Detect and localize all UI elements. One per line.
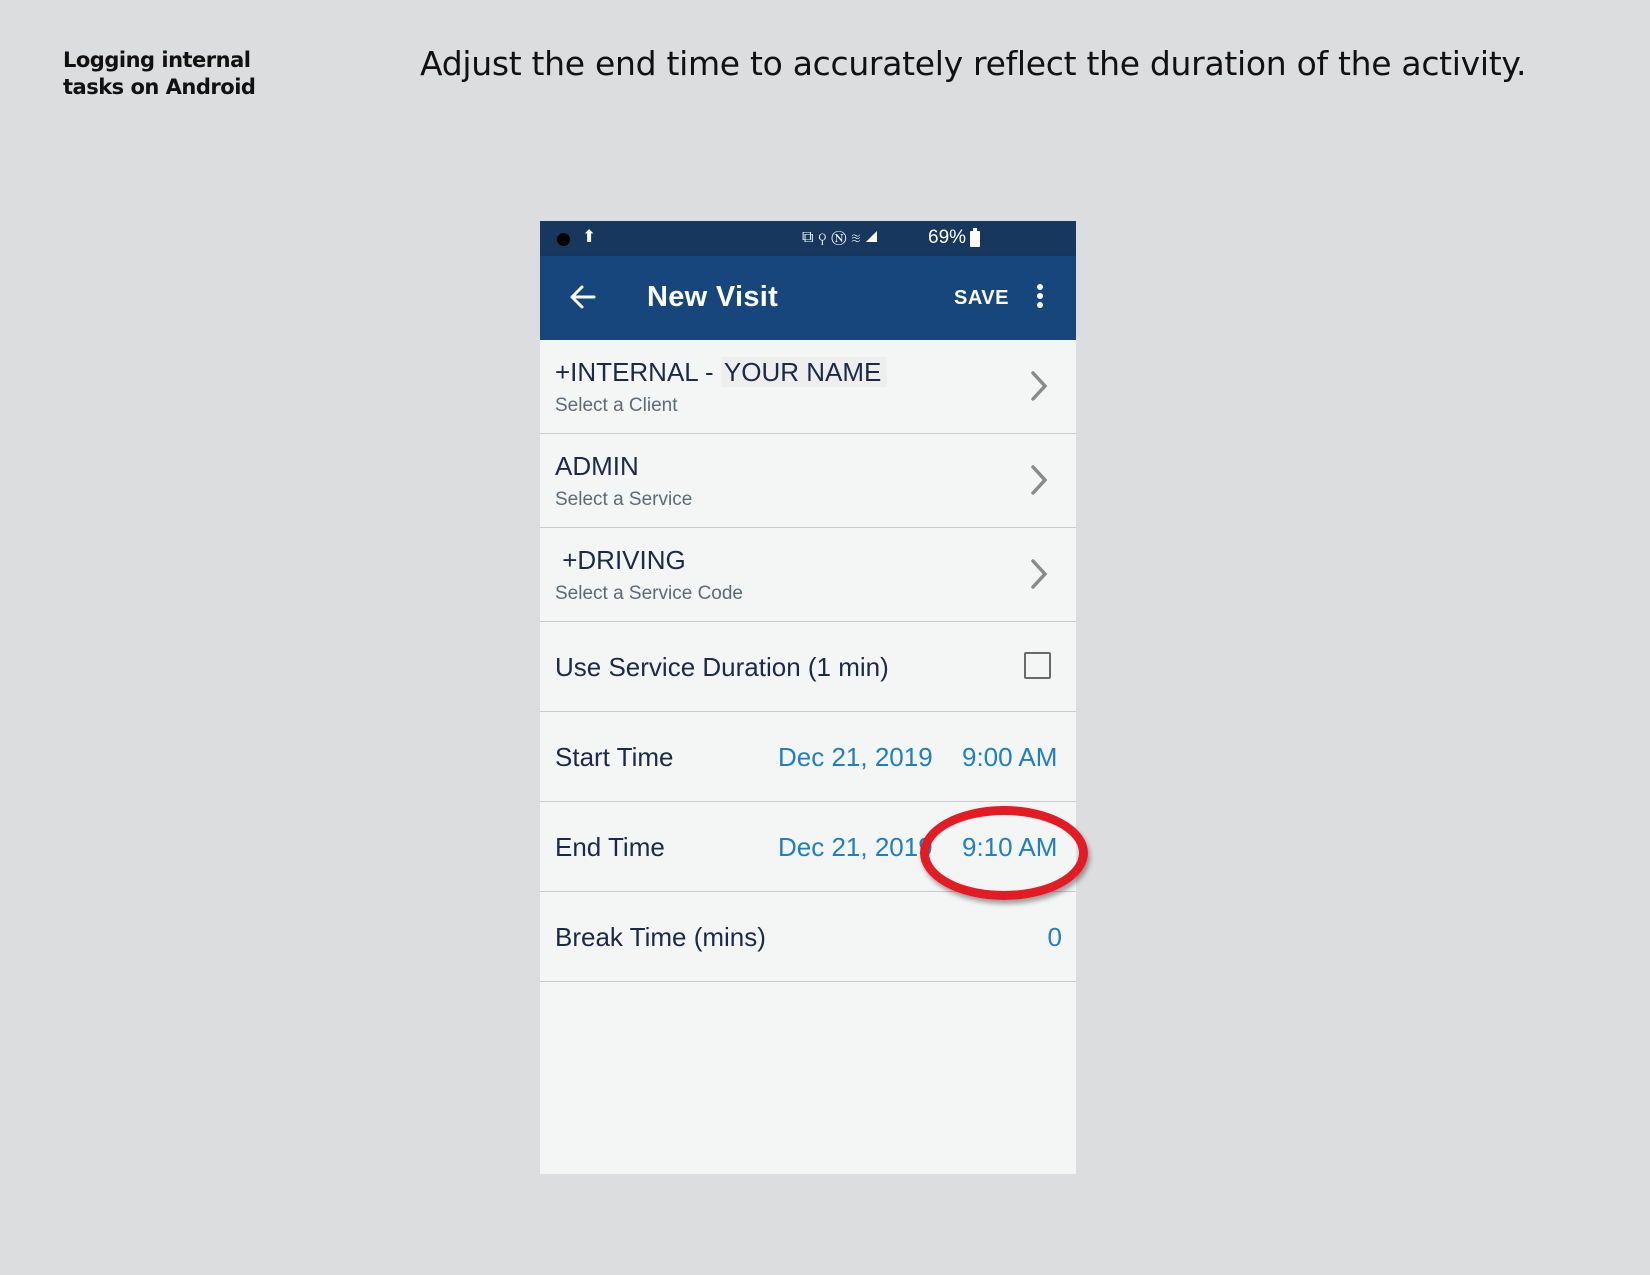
service-code-value: +DRIVING [555,545,686,575]
client-selector[interactable]: +INTERNAL - YOUR NAME Select a Client [540,340,1076,434]
client-hint: Select a Client [555,395,678,416]
chevron-right-icon [1031,559,1048,589]
use-duration-row: Use Service Duration (1 min) [540,622,1076,712]
client-value: +INTERNAL - YOUR NAME [555,357,888,388]
client-name: YOUR NAME [720,357,888,387]
service-hint: Select a Service [555,489,693,510]
instruction-headline: Adjust the end time to accurately reflec… [420,44,1527,83]
caption-line-2: tasks on Android [63,75,256,99]
more-options-icon[interactable] [1036,284,1044,312]
start-time-value[interactable]: 9:00 AM [962,742,1057,773]
chevron-right-icon [1031,371,1048,401]
end-time-label: End Time [555,832,665,862]
chevron-right-icon [1031,465,1048,495]
break-time-label: Break Time (mins) [555,922,766,952]
status-bar: ⬆ ⧉⚲Ⓝ≋◢ 69% [540,221,1076,256]
page-title: New Visit [647,281,779,313]
phone-screen: ⬆ ⧉⚲Ⓝ≋◢ 69% New Visit SAVE +INTERNAL - Y… [540,221,1076,1174]
caption-line-1: Logging internal [63,48,251,72]
upload-icon: ⬆ [582,227,597,246]
save-button[interactable]: SAVE [954,287,1009,310]
start-date-value[interactable]: Dec 21, 2019 [778,742,933,773]
battery-icon [970,228,980,247]
service-code-hint: Select a Service Code [555,583,743,604]
service-selector[interactable]: ADMIN Select a Service [540,434,1076,528]
break-time-row: Break Time (mins) 0 [540,892,1076,982]
notification-dot-icon [557,233,570,246]
end-time-value[interactable]: 9:10 AM [962,832,1057,863]
battery-percentage: 69% [928,227,967,248]
service-value: ADMIN [555,451,639,481]
use-duration-label: Use Service Duration (1 min) [555,652,889,682]
service-code-selector[interactable]: +DRIVING Select a Service Code [540,528,1076,622]
client-prefix: +INTERNAL - [555,357,721,387]
tutorial-caption: Logging internal tasks on Android [63,47,256,101]
start-time-row: Start Time Dec 21, 2019 9:00 AM [540,712,1076,802]
break-time-value[interactable]: 0 [1048,922,1062,953]
app-bar: New Visit SAVE [540,256,1076,340]
status-icons: ⧉⚲Ⓝ≋◢ [802,229,883,246]
end-date-value[interactable]: Dec 21, 2019 [778,832,933,863]
use-duration-checkbox[interactable] [1024,652,1051,679]
end-time-row: End Time Dec 21, 2019 9:10 AM [540,802,1076,892]
back-arrow-icon[interactable] [568,280,598,314]
start-time-label: Start Time [555,742,674,772]
